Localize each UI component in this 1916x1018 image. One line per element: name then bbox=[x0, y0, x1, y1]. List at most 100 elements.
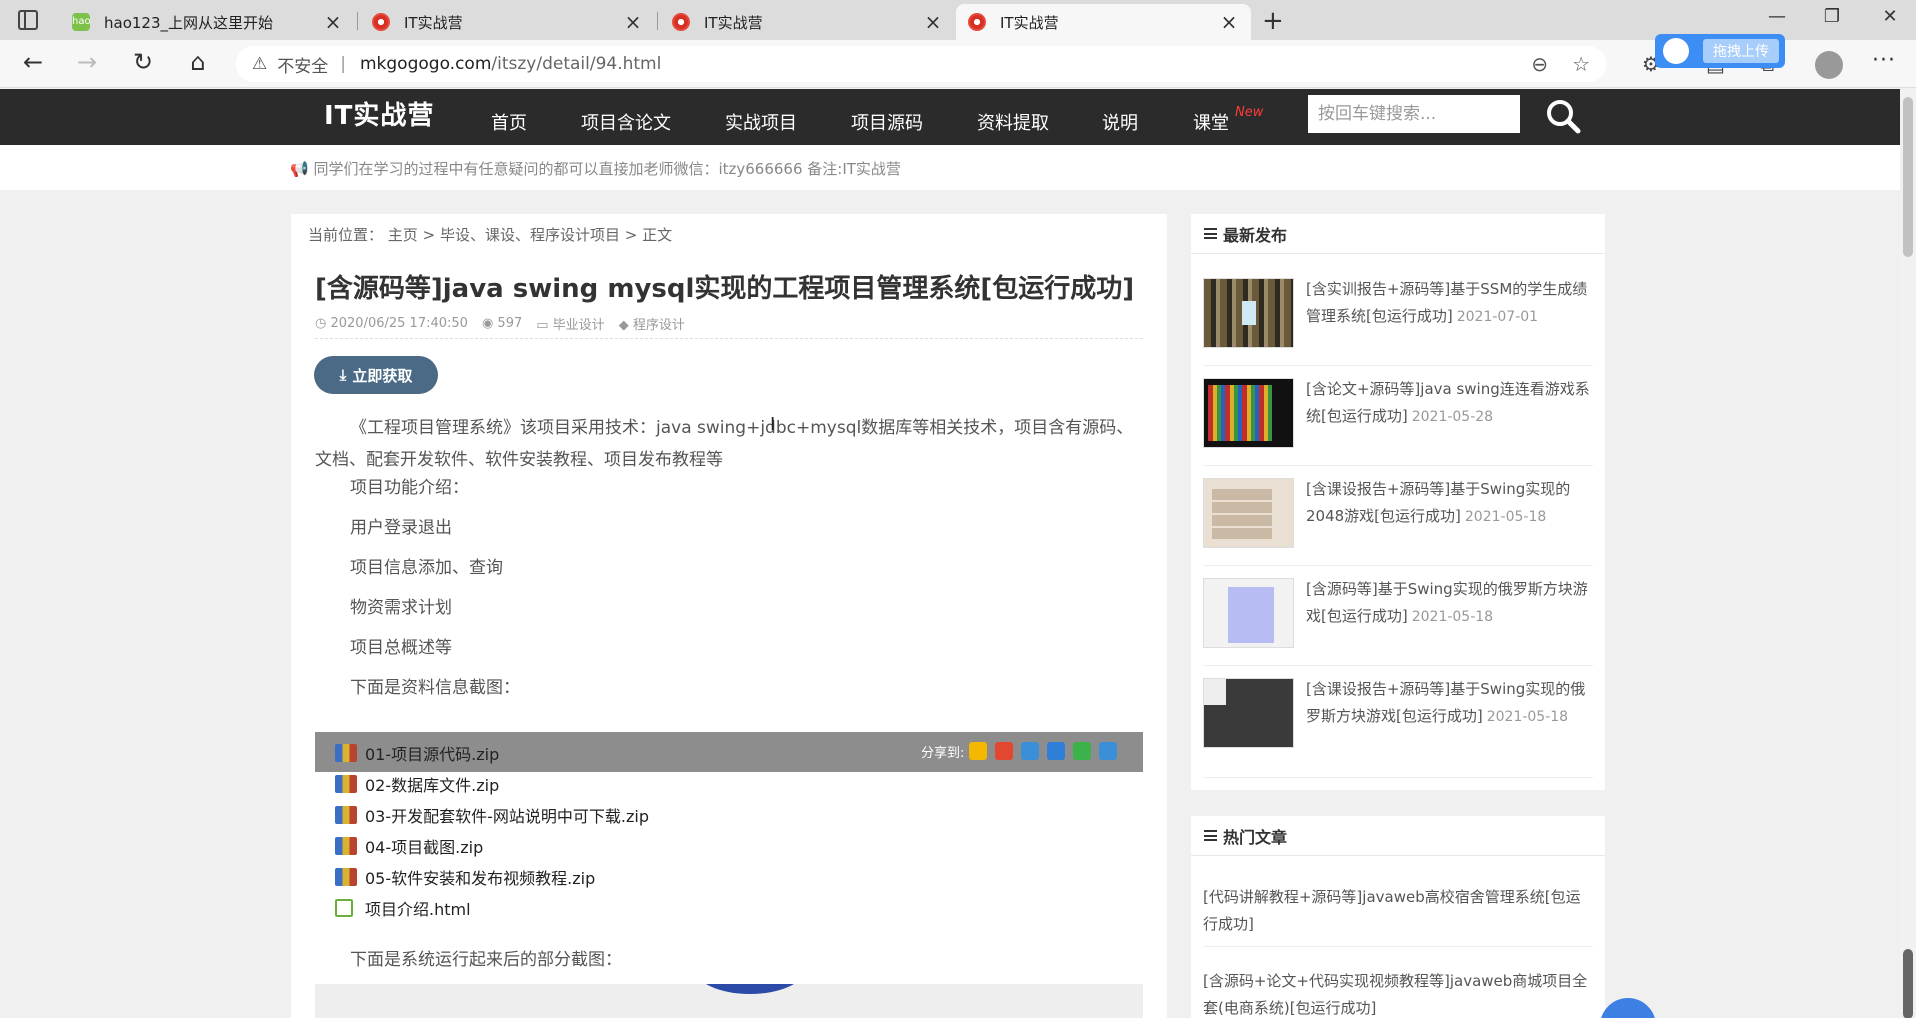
baidu-cloud-icon bbox=[1663, 38, 1689, 64]
notice-bar: 📢 同学们在学习的过程中有任意疑问的都可以直接加老师微信：itzy666666 … bbox=[0, 145, 1900, 190]
more-menu-icon[interactable]: ··· bbox=[1872, 48, 1896, 73]
share-tencent-icon[interactable] bbox=[1021, 742, 1039, 760]
new-badge: New bbox=[1235, 105, 1264, 120]
files-hint: 下面是资料信息截图： bbox=[350, 678, 520, 698]
latest-posts-title: 最新发布 bbox=[1191, 214, 1605, 254]
nav-projects-with-thesis[interactable]: 项目含论文 bbox=[581, 109, 671, 135]
tab-title: IT实战营 bbox=[404, 13, 463, 32]
page-scrollbar[interactable] bbox=[1900, 89, 1916, 1018]
floating-action-button[interactable] bbox=[1600, 998, 1656, 1018]
share-more-icon[interactable] bbox=[1099, 742, 1117, 760]
share-renren-icon[interactable] bbox=[1047, 742, 1065, 760]
back-icon[interactable]: ← bbox=[16, 48, 50, 76]
article-panel: 当前位置： 主页 > 毕设、课设、程序设计项目 > 正文 [含源码等]java … bbox=[291, 214, 1167, 1018]
post-date: 2021-05-28 bbox=[1411, 409, 1494, 425]
nav-project-source[interactable]: 项目源码 bbox=[851, 109, 923, 135]
minimize-icon[interactable]: — bbox=[1757, 6, 1797, 27]
favorite-star-icon[interactable]: ☆ bbox=[1572, 52, 1590, 76]
browser-tab-3[interactable]: IT实战营 × bbox=[660, 4, 955, 40]
share-qzone-icon[interactable] bbox=[969, 742, 987, 760]
browser-tab-4-active[interactable]: IT实战营 × bbox=[956, 4, 1251, 40]
meta-views: ◉ 597 bbox=[482, 316, 522, 331]
restore-icon[interactable]: ❐ bbox=[1812, 6, 1852, 27]
file-item: 02-数据库文件.zip bbox=[335, 769, 499, 799]
close-tab-icon[interactable]: × bbox=[623, 10, 643, 34]
feature-item: 项目总概述等 bbox=[350, 638, 452, 658]
meta-tag[interactable]: ◆ 程序设计 bbox=[619, 314, 685, 333]
hao123-icon: hao bbox=[72, 13, 91, 31]
scrollbar-thumb[interactable] bbox=[1903, 97, 1913, 257]
get-now-button[interactable]: ⤓ 立即获取 bbox=[314, 356, 438, 394]
post-text[interactable]: [含源码等]基于Swing实现的俄罗斯方块游戏[包运行成功] 2021-05-18 bbox=[1306, 576, 1594, 631]
breadcrumb: 当前位置： 主页 > 毕设、课设、程序设计项目 > 正文 bbox=[308, 224, 672, 245]
address-bar[interactable]: ⚠ 不安全 | mkgogogo.com /itszy/detail/94.ht… bbox=[236, 46, 1606, 82]
window-close-icon[interactable]: ✕ bbox=[1870, 6, 1910, 27]
share-wechat-icon[interactable] bbox=[1073, 742, 1091, 760]
nav-practice-projects[interactable]: 实战项目 bbox=[725, 109, 797, 135]
profile-avatar[interactable] bbox=[1815, 51, 1843, 79]
list-icon bbox=[1204, 830, 1217, 841]
url-host: mkgogogo.com bbox=[359, 54, 492, 74]
latest-post-item[interactable]: [含源码等]基于Swing实现的俄罗斯方块游戏[包运行成功] 2021-05-18 bbox=[1203, 566, 1593, 666]
file-item: 01-项目源代码.zip bbox=[335, 738, 499, 768]
datetime-text: 2020/06/25 17:40:50 bbox=[330, 316, 468, 331]
scrollbar-thumb-secondary[interactable] bbox=[1903, 949, 1913, 1018]
html-file-icon bbox=[335, 899, 353, 917]
baidu-upload-widget[interactable]: 拖拽上传 bbox=[1655, 34, 1785, 68]
tab-title: IT实战营 bbox=[704, 13, 763, 32]
hot-title-text: 热门文章 bbox=[1223, 827, 1288, 847]
nav-resources[interactable]: 资料提取 bbox=[977, 109, 1049, 135]
post-text[interactable]: [含实训报告+源码等]基于SSM的学生成绩管理系统[包运行成功] 2021-07-… bbox=[1306, 276, 1594, 331]
latest-post-item[interactable]: [含实训报告+源码等]基于SSM的学生成绩管理系统[包运行成功] 2021-07-… bbox=[1203, 266, 1593, 366]
post-thumbnail[interactable] bbox=[1203, 478, 1294, 548]
breadcrumb-category[interactable]: 毕设、课设、程序设计项目 bbox=[440, 226, 620, 244]
hot-article-item[interactable]: [含源码+论文+代码实现视频教程等]javaweb商城项目全套(电商系统)[包运… bbox=[1203, 968, 1593, 1018]
browser-tab-1[interactable]: hao hao123_上网从这里开始 × bbox=[60, 4, 355, 40]
zip-file-icon bbox=[335, 868, 357, 886]
hot-article-item[interactable]: [代码讲解教程+源码等]javaweb高校宿舍管理系统[包运行成功] bbox=[1203, 884, 1593, 947]
forward-icon[interactable]: → bbox=[70, 48, 104, 76]
notice-message: 同学们在学习的过程中有任意疑问的都可以直接加老师微信：itzy666666 备注… bbox=[313, 160, 901, 178]
file-list-screenshot: 分享到: 01-项目源代码.zip 02-数据库文件.zip 03-开发配套软件… bbox=[315, 732, 1143, 928]
post-thumbnail[interactable] bbox=[1203, 378, 1294, 448]
meta-category[interactable]: ▭ 毕业设计 bbox=[536, 314, 604, 333]
file-item: 04-项目截图.zip bbox=[335, 831, 483, 861]
share-weibo-icon[interactable] bbox=[995, 742, 1013, 760]
close-tab-icon[interactable]: × bbox=[923, 10, 943, 34]
eye-icon: ◉ bbox=[481, 316, 498, 331]
latest-post-item[interactable]: [含课设报告+源码等]基于Swing实现的2048游戏[包运行成功] 2021-0… bbox=[1203, 466, 1593, 566]
latest-post-item[interactable]: [含课设报告+源码等]基于Swing实现的俄罗斯方块游戏[包运行成功] 2021-… bbox=[1203, 666, 1593, 778]
post-text[interactable]: [含论文+源码等]java swing连连看游戏系统[包运行成功] 2021-05… bbox=[1306, 376, 1594, 431]
post-thumbnail[interactable] bbox=[1203, 678, 1294, 748]
browser-tab-2[interactable]: IT实战营 × bbox=[360, 4, 655, 40]
nav-classroom[interactable]: 课堂 bbox=[1193, 109, 1229, 135]
article-meta: ◷ 2020/06/25 17:40:50 ◉ 597 ▭ 毕业设计 ◆ 程序设… bbox=[315, 314, 685, 333]
zoom-out-icon[interactable]: ⊖ bbox=[1531, 52, 1548, 76]
search-icon[interactable] bbox=[1544, 97, 1582, 135]
list-icon bbox=[1204, 228, 1217, 239]
post-title[interactable]: [含实训报告+源码等]基于SSM的学生成绩管理系统[包运行成功] bbox=[1306, 280, 1587, 325]
nav-home[interactable]: 首页 bbox=[491, 109, 527, 135]
latest-post-item[interactable]: [含论文+源码等]java swing连连看游戏系统[包运行成功] 2021-05… bbox=[1203, 366, 1593, 466]
close-tab-icon[interactable]: × bbox=[323, 10, 343, 34]
site-logo[interactable]: IT实战营 bbox=[324, 95, 434, 132]
close-tab-icon[interactable]: × bbox=[1219, 10, 1239, 34]
breadcrumb-home[interactable]: 主页 bbox=[388, 226, 418, 244]
category-text[interactable]: 毕业设计 bbox=[553, 318, 605, 333]
site-search-input[interactable] bbox=[1308, 95, 1520, 133]
post-text[interactable]: [含课设报告+源码等]基于Swing实现的2048游戏[包运行成功] 2021-0… bbox=[1306, 476, 1594, 531]
post-thumbnail[interactable] bbox=[1203, 578, 1294, 648]
nav-instructions[interactable]: 说明 bbox=[1102, 109, 1138, 135]
post-date: 2021-05-18 bbox=[1411, 609, 1494, 625]
tab-actions-icon[interactable] bbox=[18, 10, 38, 30]
chrome-icon bbox=[672, 13, 690, 31]
article-intro: 《工程项目管理系统》该项目采用技术：java swing+jdbc+mysql数… bbox=[315, 418, 1134, 470]
tag-text[interactable]: 程序设计 bbox=[633, 318, 685, 333]
chrome-icon bbox=[968, 13, 986, 31]
home-icon[interactable]: ⌂ bbox=[181, 48, 215, 76]
chrome-icon bbox=[372, 13, 390, 31]
new-tab-icon[interactable]: + bbox=[1262, 6, 1284, 36]
post-text[interactable]: [含课设报告+源码等]基于Swing实现的俄罗斯方块游戏[包运行成功] 2021-… bbox=[1306, 676, 1594, 731]
post-thumbnail[interactable] bbox=[1203, 278, 1294, 348]
reload-icon[interactable]: ↻ bbox=[126, 48, 160, 76]
